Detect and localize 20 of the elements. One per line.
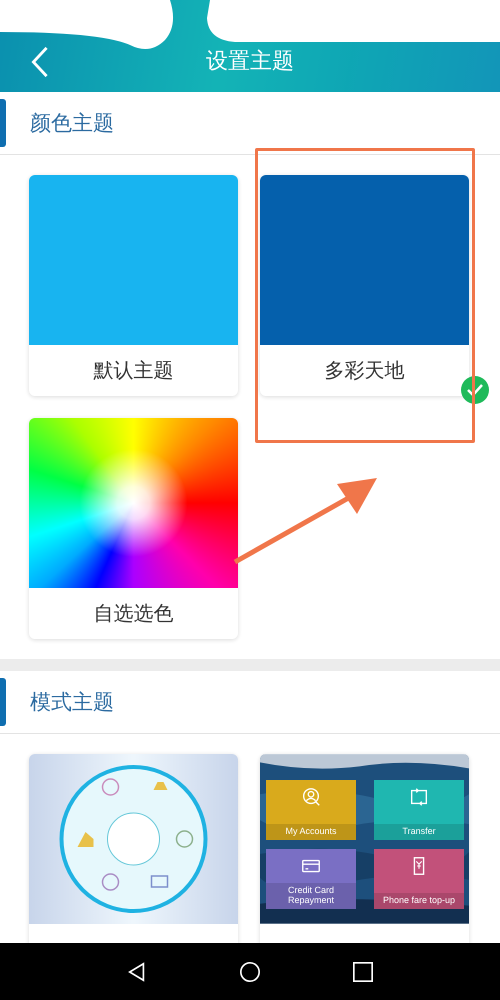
theme-card[interactable]: 默认主题 [29, 175, 238, 396]
theme-card[interactable]: 多彩天地 [260, 175, 469, 396]
section-marker [0, 99, 6, 147]
theme-label: 自选选色 [92, 600, 174, 627]
tile-label: My Accounts [266, 824, 356, 840]
tile-label: Phone fare top-up [374, 893, 464, 909]
theme-label: 默认主题 [92, 357, 174, 384]
theme-label: 多彩天地 [324, 357, 406, 384]
transfer-icon [408, 786, 430, 808]
section-title: 颜色主题 [30, 110, 114, 137]
theme-card[interactable]: My Accounts Transfer Credit Card Repayment Phone fare top-up [260, 754, 469, 943]
tile-label: Transfer [374, 824, 464, 840]
section-marker [0, 678, 6, 726]
theme-card[interactable]: 自选选色 [29, 418, 238, 639]
person-search-icon [300, 786, 322, 808]
page-title: 设置主题 [206, 48, 294, 76]
tile-label: Credit Card Repayment [266, 883, 356, 909]
recent-apps-icon[interactable] [352, 960, 374, 982]
home-icon[interactable] [238, 960, 261, 982]
section-title: 模式主题 [30, 689, 114, 716]
